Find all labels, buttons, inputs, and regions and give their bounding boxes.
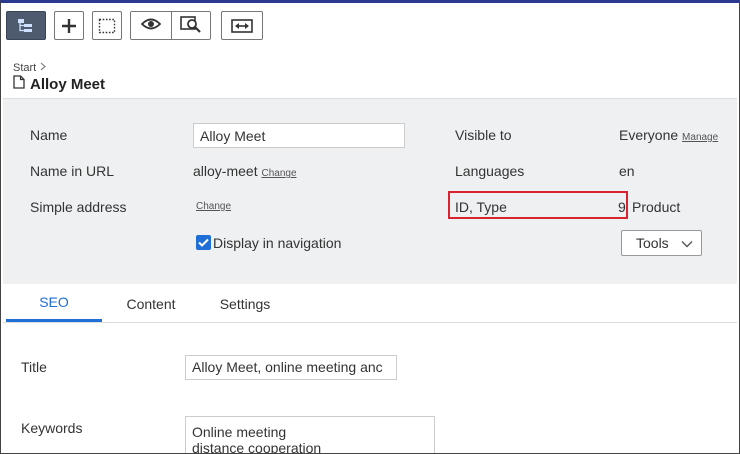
visible-to-label: Visible to — [455, 127, 512, 143]
tab-settings[interactable]: Settings — [205, 285, 285, 322]
chevron-down-icon — [681, 235, 693, 251]
toolbar — [1, 3, 739, 47]
page-title-text: Alloy Meet — [30, 75, 106, 93]
page-info-panel: Name Name in URL alloy-meet Change Simpl… — [3, 98, 737, 284]
select-button[interactable] — [92, 11, 122, 40]
name-in-url-change-link[interactable]: Change — [261, 168, 296, 179]
display-in-navigation-checkbox[interactable] — [196, 235, 211, 250]
tools-label: Tools — [636, 235, 669, 251]
compare-button[interactable] — [221, 11, 263, 40]
title-label: Title — [21, 359, 47, 375]
magnify-preview-icon — [179, 15, 202, 36]
name-input[interactable] — [193, 123, 405, 148]
name-in-url-value: alloy-meet — [193, 163, 258, 179]
simple-address-label: Simple address — [30, 199, 127, 215]
view-mode-button[interactable] — [131, 12, 171, 39]
app-window: Start Alloy Meet Name Name in URL alloy-… — [0, 0, 740, 454]
dotted-selection-icon — [98, 18, 116, 34]
keywords-label: Keywords — [21, 420, 83, 436]
preview-button[interactable] — [170, 12, 210, 39]
tab-bar: SEO Content Settings — [3, 285, 737, 323]
visible-to-manage-link[interactable]: Manage — [682, 132, 718, 143]
compare-arrows-icon — [231, 18, 253, 34]
languages-value: en — [619, 163, 635, 179]
visible-to-group: Everyone Manage — [619, 127, 718, 143]
tools-dropdown-button[interactable]: Tools — [621, 230, 702, 256]
keywords-textarea[interactable]: Online meeting distance cooperation — [185, 416, 435, 453]
document-icon — [13, 75, 25, 93]
page-tree-icon — [17, 18, 35, 34]
visible-to-value: Everyone — [619, 127, 679, 143]
id-type-label: ID, Type — [455, 199, 507, 215]
tab-content[interactable]: Content — [111, 285, 191, 322]
name-in-url-label: Name in URL — [30, 163, 115, 179]
tab-seo[interactable]: SEO — [6, 285, 102, 322]
languages-label: Languages — [455, 163, 525, 179]
eye-icon — [140, 17, 162, 34]
chevron-right-icon — [40, 62, 47, 74]
breadcrumb-start-link[interactable]: Start — [13, 62, 36, 74]
page-tree-toggle-button[interactable] — [6, 11, 46, 40]
type-value: Product — [632, 199, 681, 215]
id-value: 9 — [618, 199, 626, 215]
display-in-navigation-label: Display in navigation — [213, 235, 342, 251]
checkmark-icon — [198, 238, 209, 247]
simple-address-change-link[interactable]: Change — [196, 201, 231, 212]
page-title: Alloy Meet — [13, 75, 105, 93]
name-in-url-group: alloy-meet Change — [193, 163, 297, 179]
view-button-group — [130, 11, 211, 40]
add-button[interactable] — [54, 11, 84, 40]
breadcrumb: Start — [13, 62, 47, 74]
title-input[interactable]: Alloy Meet, online meeting anc — [185, 355, 397, 380]
name-label: Name — [30, 127, 68, 143]
plus-icon — [61, 18, 77, 34]
